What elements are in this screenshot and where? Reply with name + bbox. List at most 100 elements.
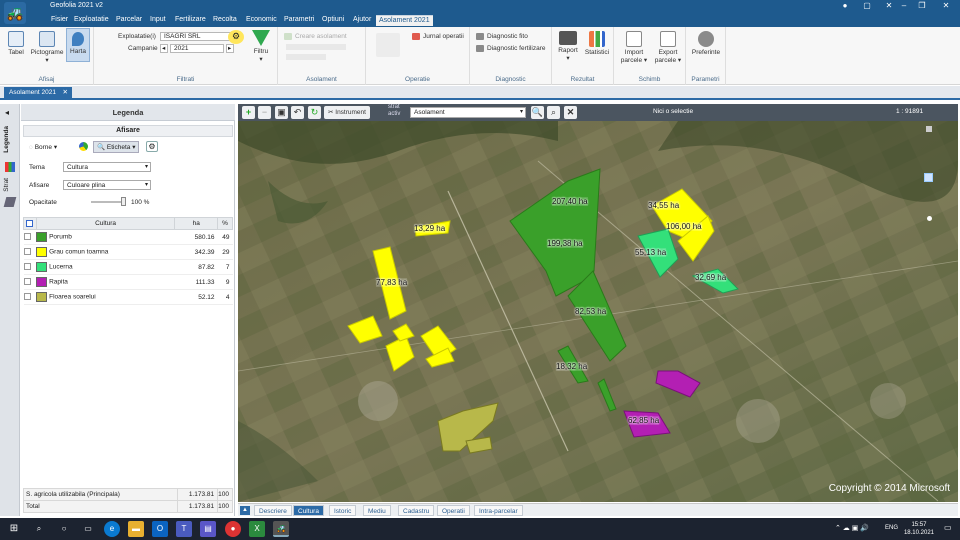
culture-row[interactable]: Rapita 111.33 9 — [23, 274, 233, 290]
raport-button[interactable]: Raport ▾ — [554, 31, 582, 62]
language-indicator[interactable]: ENG — [885, 525, 898, 531]
satellite-map[interactable]: 207,40 ha 199,38 ha 82,53 ha 18,32 ha 34… — [238, 121, 958, 502]
tabel-button[interactable]: Tabel — [4, 31, 28, 56]
pictograme-button[interactable]: Pictograme ▾ — [30, 31, 64, 64]
document-tab-asolament[interactable]: Asolament 2021 ✕ — [4, 87, 72, 100]
instrument-button[interactable]: ✂ Instrument — [324, 106, 370, 119]
exploatatie-picker-icon[interactable]: ⚙ — [228, 30, 244, 44]
tab-descriere[interactable]: Descriere — [254, 505, 292, 516]
menu-asolament-2021[interactable]: Asolament 2021 — [376, 15, 433, 26]
menu-exploatatie[interactable]: Exploatatie — [71, 15, 112, 26]
legend-colors-icon[interactable] — [5, 162, 15, 172]
diagnostic-fertilizare-button[interactable]: Diagnostic fertilizare — [476, 45, 546, 52]
campanie-prev-button[interactable]: ◂ — [160, 44, 168, 53]
tab-istoric[interactable]: Istoric — [329, 505, 357, 516]
menu-recolta[interactable]: Recolta — [210, 15, 240, 26]
menu-parcelar[interactable]: Parcelar — [113, 15, 145, 26]
borne-button[interactable]: ◌ Borne ▾ — [29, 143, 57, 151]
edge-icon[interactable]: e — [104, 521, 120, 537]
row-checkbox[interactable] — [23, 229, 37, 245]
zoom-slider-thumb[interactable] — [927, 216, 932, 221]
menu-ajutor[interactable]: Ajutor — [350, 15, 374, 26]
save-icon[interactable]: ▣ — [275, 106, 288, 119]
remove-icon[interactable]: − — [258, 106, 271, 119]
teams-icon[interactable]: T — [176, 521, 192, 537]
filtru-button[interactable]: Filtru ▾ — [248, 30, 274, 63]
select-all-checkbox[interactable] — [23, 217, 37, 230]
expand-panel-icon[interactable]: ▲ — [240, 506, 250, 515]
clock[interactable]: 15:57 18.10.2021 — [904, 521, 934, 537]
refresh-icon[interactable]: ↻ — [308, 106, 321, 119]
tray-icons[interactable]: ⌃ ☁ ▣ 🔊 — [835, 524, 869, 532]
menu-economic[interactable]: Economic — [243, 15, 280, 26]
tab-operatii[interactable]: Operatii — [437, 505, 470, 516]
menu-fisier[interactable]: Fisier — [48, 15, 71, 26]
exploatatie-field[interactable]: ISAGRI SRL — [160, 32, 232, 41]
harta-button[interactable]: Harta — [66, 28, 90, 62]
scroll-arrow-icon[interactable] — [926, 126, 932, 132]
collapse-panel-icon[interactable]: ◂ — [5, 108, 9, 117]
cortana-icon[interactable]: ○ — [56, 521, 72, 537]
menu-input[interactable]: Input — [147, 15, 169, 26]
start-icon[interactable]: ⊞ — [6, 521, 22, 537]
tema-select[interactable]: Cultura — [63, 162, 151, 172]
side-tab-strat[interactable]: Strat — [3, 178, 10, 192]
menu-parametri[interactable]: Parametri — [281, 15, 317, 26]
maximize-icon[interactable]: ❐ — [915, 1, 929, 11]
eticheta-button[interactable]: 🔍 Eticheta ▾ — [93, 141, 140, 153]
culture-row[interactable]: Floarea soarelui 52.12 4 — [23, 289, 233, 305]
outlook-icon[interactable]: O — [152, 521, 168, 537]
culture-row[interactable]: Porumb 580.16 49 — [23, 229, 233, 245]
opacitate-slider-track[interactable] — [91, 201, 125, 203]
minimize-icon[interactable]: – — [897, 1, 911, 11]
preferinte-button[interactable]: Preferinte — [688, 31, 724, 56]
search-icon[interactable]: 🔍 — [531, 106, 544, 119]
excel-icon[interactable]: X — [249, 521, 265, 537]
tab-cultura[interactable]: Cultura — [293, 505, 324, 516]
zoom-selection-icon[interactable]: ⌕ — [547, 106, 560, 119]
culture-row[interactable]: Grau comun toamna 342.39 29 — [23, 244, 233, 260]
export-parcele-button[interactable]: Export parcele ▾ — [652, 31, 684, 64]
tab-cadastru[interactable]: Cadastru — [398, 505, 435, 516]
afisare-select[interactable]: Culoare plina — [63, 180, 151, 190]
campanie-field[interactable]: 2021 — [170, 44, 224, 53]
row-checkbox[interactable] — [23, 289, 37, 305]
app-icon[interactable]: ▤ — [200, 521, 216, 537]
close-tab-icon[interactable]: ✕ — [63, 87, 68, 99]
culture-row[interactable]: Lucerna 87.82 7 — [23, 259, 233, 275]
undo-icon[interactable]: ↶ — [291, 106, 304, 119]
row-checkbox[interactable] — [23, 274, 37, 290]
menu-fertilizare[interactable]: Fertilizare — [172, 15, 209, 26]
task-view-icon[interactable]: ▭ — [80, 521, 96, 537]
notifications-icon[interactable]: ▭ — [944, 523, 952, 532]
diagnostic-fito-button[interactable]: Diagnostic fito — [476, 33, 528, 40]
search-taskbar-icon[interactable]: ⌕ — [31, 521, 47, 537]
file-explorer-icon[interactable]: ▬ — [128, 521, 144, 537]
settings-gear-icon[interactable]: ⚙ — [146, 141, 158, 152]
row-checkbox[interactable] — [23, 244, 37, 260]
tab-intra-parcelar[interactable]: Intra-parcelar — [474, 505, 523, 516]
geofolia-taskbar-icon[interactable]: 🚜 — [273, 521, 289, 537]
statistici-button[interactable]: Statistici — [582, 31, 612, 56]
campanie-next-button[interactable]: ▸ — [226, 44, 234, 53]
clear-selection-icon[interactable]: ✕ — [564, 106, 577, 119]
col-header-pct[interactable]: % — [217, 217, 233, 230]
close-window-icon[interactable]: ✕ — [939, 1, 953, 11]
side-tab-legenda[interactable]: Legenda — [3, 126, 10, 153]
help-icon[interactable]: ● — [838, 1, 852, 11]
col-header-cultura[interactable]: Cultura — [35, 217, 176, 230]
restore-ribbon-icon[interactable]: ▢ — [860, 1, 874, 11]
creare-asolament-button[interactable]: Creare asolament — [284, 33, 347, 40]
menu-optiuni[interactable]: Optiuni — [319, 15, 347, 26]
row-checkbox[interactable] — [23, 259, 37, 275]
pie-chart-icon[interactable] — [79, 142, 88, 151]
chrome-icon[interactable]: ● — [225, 521, 241, 537]
layers-icon[interactable] — [3, 197, 17, 207]
strat-activ-select[interactable]: Asolament — [410, 107, 526, 118]
close-doc-icon[interactable]: ✕ — [882, 1, 896, 11]
col-header-ha[interactable]: ha — [174, 217, 219, 230]
jurnal-operatii-button[interactable]: Jurnal operatii — [412, 33, 464, 40]
tab-mediu[interactable]: Mediu — [363, 505, 391, 516]
opacitate-slider-thumb[interactable] — [121, 197, 126, 206]
compass-icon[interactable] — [924, 173, 933, 182]
